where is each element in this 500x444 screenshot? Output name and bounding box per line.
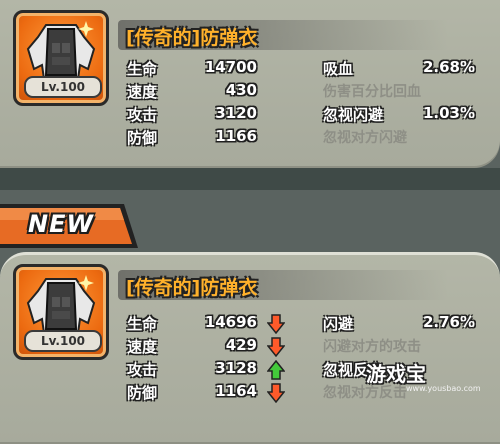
- new-stats: 生命 14696 速度 429 攻击 3128 防御 1164: [127, 313, 285, 405]
- passive-description: 闪避对方的攻击: [323, 339, 421, 355]
- stat-value: 14700: [204, 58, 257, 76]
- stat-value: 430: [225, 81, 257, 99]
- passive-row: 闪避 2.76%: [323, 313, 475, 336]
- passive-row: 吸血 2.68%: [323, 58, 475, 81]
- item-name: [传奇的]防弹衣: [126, 27, 258, 49]
- new-item-icon-frame[interactable]: Lv.100: [13, 264, 109, 360]
- new-label: NEW: [28, 210, 94, 238]
- stat-row-defense: 防御 1164: [127, 382, 285, 405]
- bulletproof-vest-icon: [26, 21, 96, 80]
- stat-row-speed: 速度 429: [127, 336, 285, 359]
- passive-description: 忽视对方闪避: [323, 130, 407, 146]
- stat-value: 3120: [215, 104, 257, 122]
- passive-value: 1.03%: [422, 104, 475, 122]
- arrow-down-icon: [267, 383, 285, 403]
- passive-name: 闪避: [323, 315, 354, 333]
- arrow-up-icon: [267, 360, 285, 380]
- stat-value: 14696: [204, 313, 257, 331]
- new-item-namebar: [传奇的]防弹衣: [118, 270, 448, 300]
- stat-value: 1166: [215, 127, 257, 145]
- passive-value: 2.68%: [422, 58, 475, 76]
- stat-label: 生命: [127, 60, 158, 78]
- current-item-icon-frame[interactable]: Lv.100: [13, 10, 109, 106]
- level-badge: Lv.100: [24, 76, 102, 98]
- stat-row-attack: 攻击 3120: [127, 104, 257, 127]
- stat-value: 429: [225, 336, 257, 354]
- stat-row-attack: 攻击 3128: [127, 359, 285, 382]
- arrow-down-icon: [267, 337, 285, 357]
- passive-description: 伤害百分比回血: [323, 84, 421, 100]
- stat-label: 防御: [127, 129, 158, 147]
- current-passives: 吸血 2.68% 伤害百分比回血 忽视闪避 1.03% 忽视对方闪避: [323, 58, 475, 150]
- stat-row-speed: 速度 430: [127, 81, 257, 104]
- stat-label: 速度: [127, 83, 158, 101]
- current-item-namebar: [传奇的]防弹衣: [118, 20, 448, 50]
- stat-row-hp: 生命 14696: [127, 313, 285, 336]
- divider: [0, 168, 500, 190]
- stat-row-defense: 防御 1166: [127, 127, 257, 150]
- stat-label: 攻击: [127, 106, 158, 124]
- stat-label: 攻击: [127, 361, 158, 379]
- stat-value: 3128: [215, 359, 257, 377]
- level-badge: Lv.100: [24, 330, 102, 352]
- watermark-url: www.yousbao.com: [406, 384, 481, 393]
- passive-name: 吸血: [323, 60, 354, 78]
- arrow-down-icon: [267, 314, 285, 334]
- item-name: [传奇的]防弹衣: [126, 277, 258, 299]
- stat-label: 防御: [127, 384, 158, 402]
- passive-value: 2.76%: [422, 313, 475, 331]
- stat-value: 1164: [215, 382, 257, 400]
- stat-label: 生命: [127, 315, 158, 333]
- watermark-logo: 游戏宝 www.yousbao.com: [366, 358, 496, 402]
- watermark-title: 游戏宝: [366, 362, 426, 386]
- passive-row: 忽视闪避 1.03%: [323, 104, 475, 127]
- stat-label: 速度: [127, 338, 158, 356]
- bulletproof-vest-icon: [26, 275, 96, 334]
- stat-row-hp: 生命 14700: [127, 58, 257, 81]
- passive-name: 忽视闪避: [323, 106, 384, 124]
- current-stats: 生命 14700 速度 430 攻击 3120 防御 1166: [127, 58, 257, 150]
